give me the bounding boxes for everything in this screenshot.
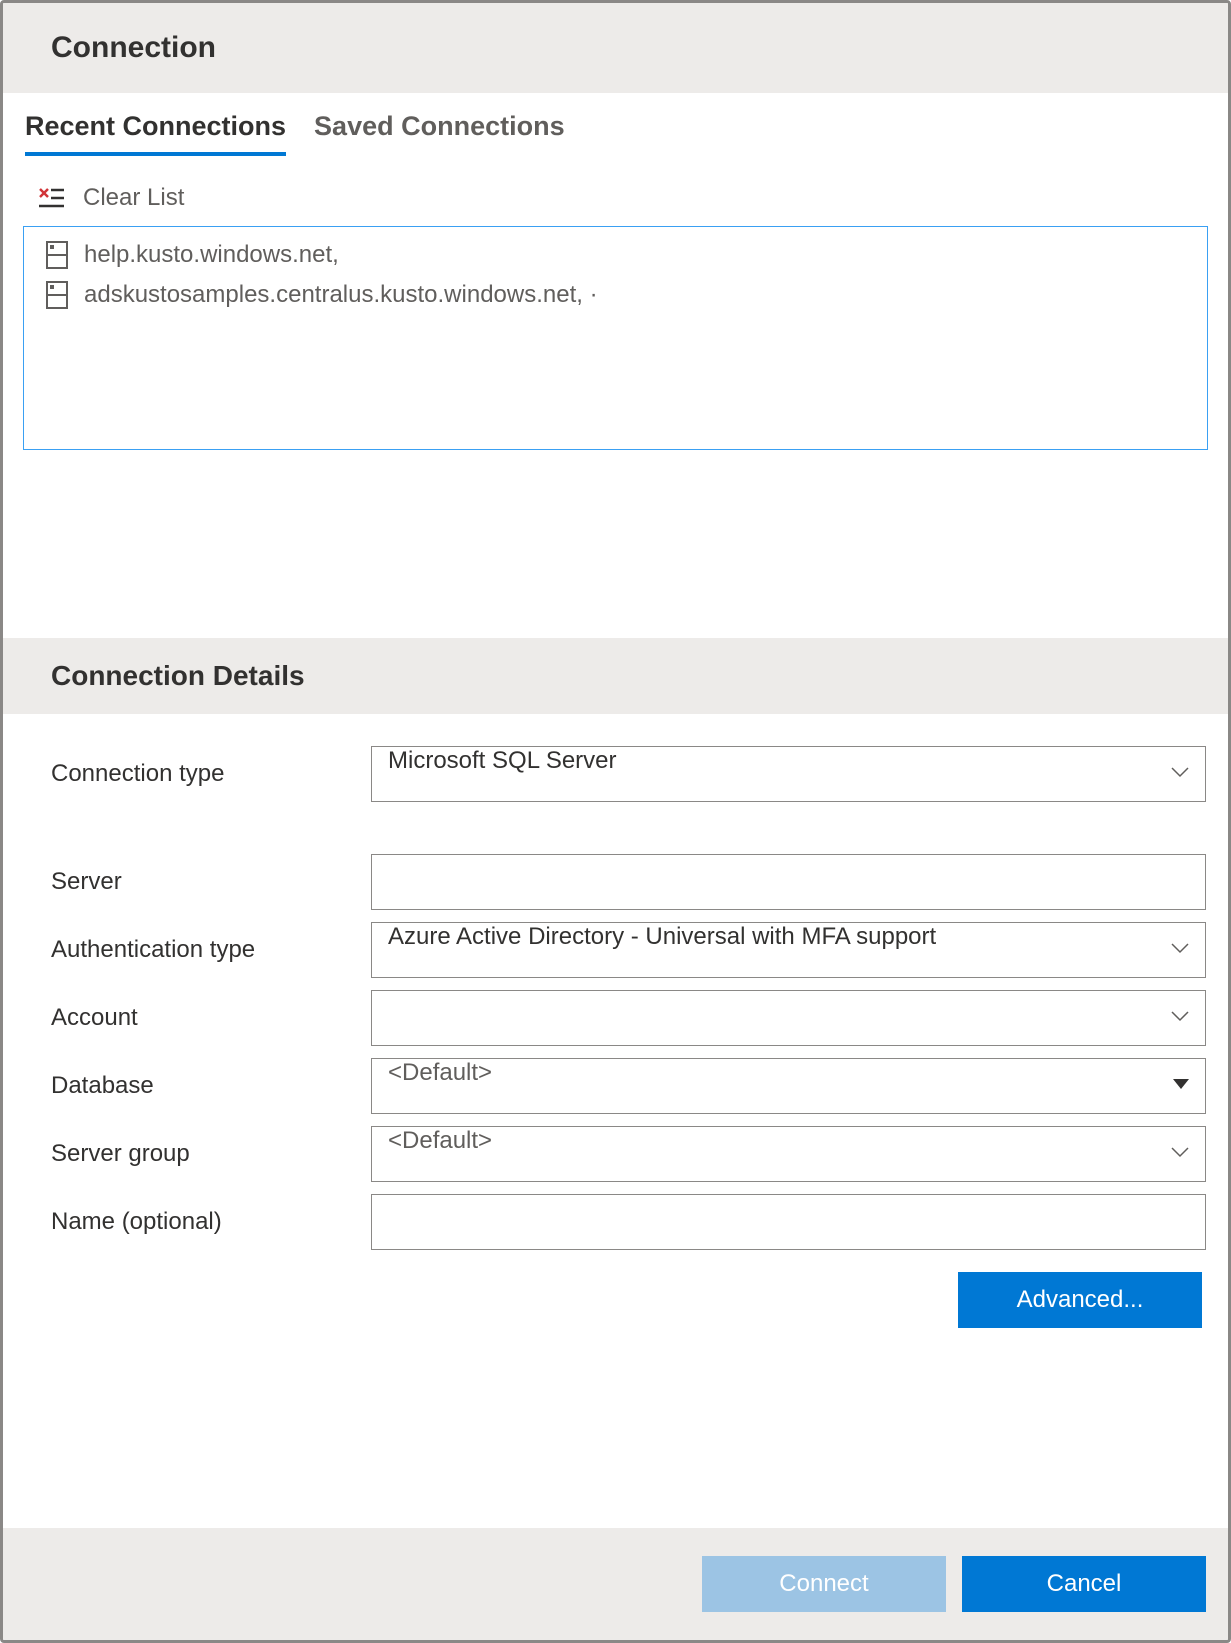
- recent-connection-item[interactable]: adskustosamples.centralus.kusto.windows.…: [24, 275, 1207, 315]
- name-input[interactable]: [371, 1194, 1206, 1250]
- account-select[interactable]: [371, 990, 1206, 1046]
- recent-connection-label: adskustosamples.centralus.kusto.windows.…: [84, 281, 598, 309]
- tab-saved-connections[interactable]: Saved Connections: [314, 111, 565, 156]
- details-title: Connection Details: [51, 660, 1180, 692]
- cancel-button[interactable]: Cancel: [962, 1556, 1206, 1612]
- recent-connections-panel: Clear List help.kusto.windows.net,: [3, 156, 1228, 450]
- details-header: Connection Details: [3, 638, 1228, 714]
- clear-list-button[interactable]: Clear List: [23, 174, 1208, 226]
- name-label: Name (optional): [51, 1208, 371, 1236]
- advanced-button[interactable]: Advanced...: [958, 1272, 1202, 1328]
- dialog-header: Connection: [3, 3, 1228, 93]
- server-label: Server: [51, 868, 371, 896]
- spacer: [3, 450, 1228, 638]
- connection-type-label: Connection type: [51, 760, 371, 788]
- dialog-footer: Connect Cancel: [3, 1528, 1228, 1640]
- server-icon: [46, 281, 68, 309]
- connection-tabs: Recent Connections Saved Connections: [3, 93, 1228, 156]
- connect-button[interactable]: Connect: [702, 1556, 946, 1612]
- database-label: Database: [51, 1072, 371, 1100]
- recent-connection-item[interactable]: help.kusto.windows.net,: [24, 235, 1207, 275]
- recent-connection-label: help.kusto.windows.net,: [84, 241, 339, 269]
- clear-list-label: Clear List: [83, 184, 184, 212]
- tab-recent-connections[interactable]: Recent Connections: [25, 111, 286, 156]
- server-group-select[interactable]: <Default>: [371, 1126, 1206, 1182]
- server-input[interactable]: [371, 854, 1206, 910]
- dialog-title: Connection: [51, 31, 1180, 65]
- server-group-label: Server group: [51, 1140, 371, 1168]
- auth-type-label: Authentication type: [51, 936, 371, 964]
- connection-dialog: Connection Recent Connections Saved Conn…: [0, 0, 1231, 1643]
- account-label: Account: [51, 1004, 371, 1032]
- connection-type-select[interactable]: Microsoft SQL Server: [371, 746, 1206, 802]
- database-select[interactable]: <Default>: [371, 1058, 1206, 1114]
- clear-list-icon: [37, 186, 65, 210]
- server-icon: [46, 241, 68, 269]
- auth-type-select[interactable]: Azure Active Directory - Universal with …: [371, 922, 1206, 978]
- connection-details-form: Connection type Microsoft SQL Server Ser…: [3, 714, 1228, 1528]
- recent-connections-list[interactable]: help.kusto.windows.net, adskustosamples.…: [23, 226, 1208, 450]
